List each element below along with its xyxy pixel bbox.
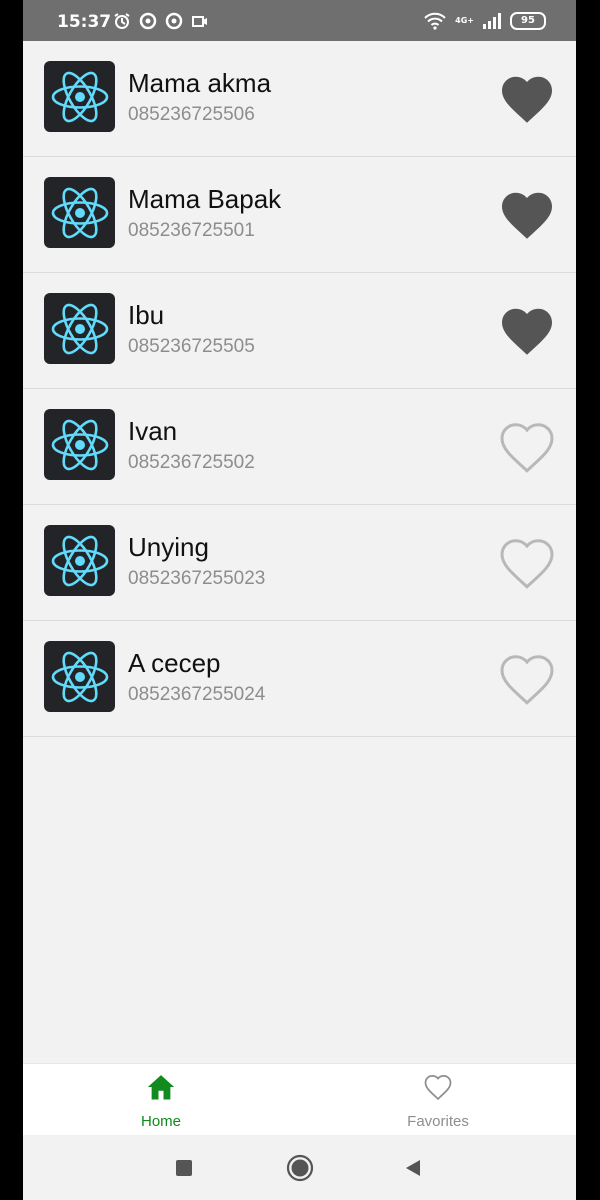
back-button[interactable] <box>398 1153 428 1183</box>
contact-name: Mama akma <box>128 68 272 98</box>
react-logo-icon <box>44 525 115 596</box>
contact-name: Mama Bapak <box>128 184 282 214</box>
contact-row[interactable]: Mama akma 085236725506 <box>23 41 576 157</box>
contact-row[interactable]: Unying 0852367255023 <box>23 505 576 621</box>
system-navigation-bar <box>23 1135 576 1200</box>
alarm-icon <box>114 13 130 29</box>
bottom-tab-bar: Home Favorites <box>23 1063 576 1136</box>
contact-phone: 085236725501 <box>128 220 255 241</box>
app-notification-icon <box>165 12 183 30</box>
favorite-toggle-button[interactable] <box>496 69 558 129</box>
heart-outline-icon <box>500 539 554 589</box>
tab-home-label: Home <box>140 1113 181 1130</box>
contact-phone: 0852367255024 <box>128 684 266 705</box>
app-notification-icon <box>139 12 157 30</box>
back-triangle-icon <box>406 1160 420 1176</box>
heart-filled-icon <box>502 76 552 123</box>
contact-phone: 0852367255023 <box>128 568 266 589</box>
contact-name: Unying <box>128 532 209 562</box>
wifi-icon <box>424 12 446 30</box>
heart-outline-icon <box>424 1074 452 1101</box>
react-logo-icon <box>44 61 115 132</box>
contact-row[interactable]: Ivan 085236725502 <box>23 389 576 505</box>
signal-icon <box>483 13 501 29</box>
contact-row[interactable]: A cecep 0852367255024 <box>23 621 576 737</box>
battery-indicator: 95 <box>510 12 546 30</box>
tab-favorites[interactable]: Favorites <box>300 1064 576 1135</box>
home-icon <box>147 1075 175 1100</box>
react-logo-icon <box>44 293 115 364</box>
network-type: 4G+ <box>455 16 474 25</box>
react-logo-icon <box>44 409 115 480</box>
favorite-toggle-button[interactable] <box>496 649 558 709</box>
contact-phone: 085236725502 <box>128 452 255 473</box>
react-logo-icon <box>44 641 115 712</box>
app-screen: 15:37 4G+ 95 Mama akma 085236725506 Mama… <box>23 0 576 1200</box>
favorite-toggle-button[interactable] <box>496 185 558 245</box>
status-bar: 15:37 4G+ 95 <box>23 0 576 41</box>
system-status-icons: 4G+ 95 <box>423 12 546 30</box>
contact-name: A cecep <box>128 648 221 678</box>
heart-filled-icon <box>502 192 552 239</box>
favorite-toggle-button[interactable] <box>496 301 558 361</box>
recents-button[interactable] <box>169 1153 199 1183</box>
contact-phone: 085236725506 <box>128 104 255 125</box>
heart-filled-icon <box>502 308 552 355</box>
contact-phone: 085236725505 <box>128 336 255 357</box>
square-icon <box>176 1160 192 1176</box>
contact-name: Ibu <box>128 300 165 330</box>
heart-outline-icon <box>500 655 554 705</box>
heart-outline-icon <box>500 423 554 473</box>
contact-row[interactable]: Ibu 085236725505 <box>23 273 576 389</box>
favorite-toggle-button[interactable] <box>496 533 558 593</box>
status-time: 15:37 <box>57 12 112 32</box>
circle-icon <box>286 1154 314 1182</box>
react-logo-icon <box>44 177 115 248</box>
video-camera-icon <box>192 16 207 27</box>
contact-name: Ivan <box>128 416 178 446</box>
contact-list: Mama akma 085236725506 Mama Bapak 085236… <box>23 41 576 737</box>
tab-favorites-label: Favorites <box>407 1113 469 1130</box>
notification-icons <box>113 12 209 30</box>
tab-home[interactable]: Home <box>23 1064 299 1135</box>
contact-row[interactable]: Mama Bapak 085236725501 <box>23 157 576 273</box>
home-nav-button[interactable] <box>285 1153 315 1183</box>
favorite-toggle-button[interactable] <box>496 417 558 477</box>
